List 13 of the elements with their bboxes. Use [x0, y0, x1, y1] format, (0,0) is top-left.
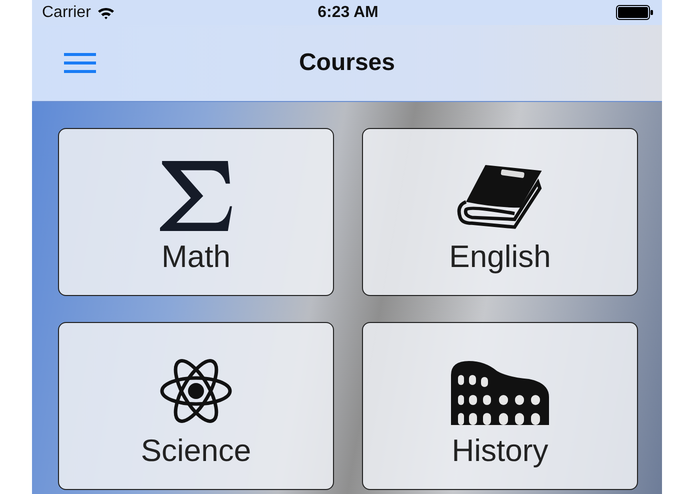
carrier-label: Carrier	[42, 4, 91, 22]
sigma-icon	[160, 161, 232, 231]
colosseum-icon	[451, 361, 549, 425]
clock-time: 6:23 AM	[318, 4, 378, 22]
atom-icon	[158, 357, 234, 425]
menu-icon[interactable]	[64, 52, 96, 74]
course-button[interactable]: Science	[58, 322, 334, 490]
battery-icon	[616, 5, 654, 20]
course-button[interactable]: History	[362, 322, 638, 490]
screen-title: Courses	[298, 49, 396, 77]
wifi-icon	[96, 6, 115, 20]
course-button[interactable]: English	[362, 128, 638, 296]
course-button[interactable]: Math	[58, 128, 334, 296]
